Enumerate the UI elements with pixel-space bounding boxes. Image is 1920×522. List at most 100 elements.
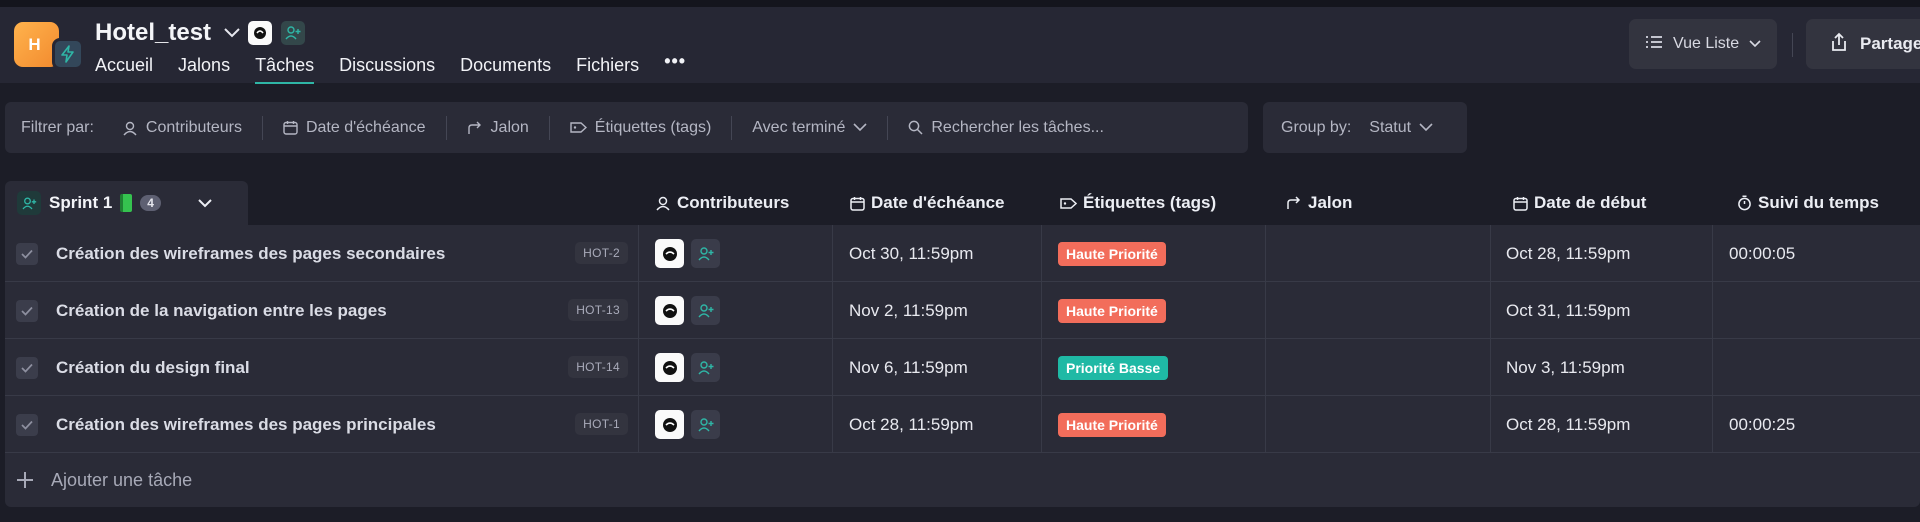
group-by-select[interactable]: Statut (1369, 119, 1433, 137)
column-start-date-label: Date de début (1534, 193, 1647, 212)
contributor-avatar[interactable] (655, 410, 684, 439)
column-header-due-date[interactable]: Date d'échéance (850, 181, 1005, 225)
column-divider (1490, 339, 1491, 396)
filter-show-completed-label: Avec terminé (752, 118, 846, 136)
filter-milestone[interactable]: Jalon (445, 115, 549, 140)
share-icon (1830, 32, 1848, 57)
column-divider (832, 225, 833, 282)
start-date-cell[interactable]: Nov 3, 11:59pm (1506, 339, 1625, 396)
column-divider (832, 282, 833, 339)
contributors-cell (655, 282, 720, 339)
tab-fichiers[interactable]: Fichiers (576, 55, 639, 84)
tags-cell[interactable]: Haute Priorité (1058, 396, 1166, 453)
column-header-time-tracking[interactable]: Suivi du temps (1737, 181, 1879, 225)
task-table: Création des wireframes des pages second… (5, 225, 1920, 507)
filter-contributors[interactable]: Contributeurs (114, 116, 262, 140)
time-tracking-cell[interactable]: 00:00:05 (1729, 225, 1795, 282)
column-time-tracking-label: Suivi du temps (1758, 193, 1879, 212)
add-contributor-icon[interactable] (691, 239, 720, 268)
filter-due-date[interactable]: Date d'échéance (261, 115, 446, 140)
add-task-button[interactable]: Ajouter une tâche (5, 453, 192, 507)
add-contributor-icon[interactable] (691, 296, 720, 325)
calendar-icon (850, 196, 865, 211)
add-task-label: Ajouter une tâche (51, 469, 193, 490)
filter-milestone-label: Jalon (490, 118, 529, 136)
member-avatar[interactable] (248, 21, 272, 45)
more-tabs-icon[interactable]: ••• (664, 51, 686, 84)
add-contributor-icon[interactable] (691, 353, 720, 382)
project-title[interactable]: Hotel_test (95, 19, 241, 47)
column-milestone-label: Jalon (1308, 193, 1353, 212)
column-divider (638, 282, 639, 339)
project-tabs: Accueil Jalons Tâches Discussions Docume… (95, 51, 686, 84)
column-header-start-date[interactable]: Date de début (1513, 181, 1646, 225)
contributors-cell (655, 396, 720, 453)
tags-cell[interactable]: Haute Priorité (1058, 225, 1166, 282)
tab-discussions[interactable]: Discussions (339, 55, 435, 84)
due-date-cell[interactable]: Nov 2, 11:59pm (849, 282, 968, 339)
check-icon (21, 420, 33, 430)
time-tracking-cell[interactable]: 00:00:25 (1729, 396, 1795, 453)
column-header-contributors[interactable]: Contributeurs (655, 181, 789, 225)
group-by-bar[interactable]: Group by: Statut (1263, 102, 1467, 153)
chevron-down-icon (853, 123, 867, 132)
due-date-cell[interactable]: Oct 30, 11:59pm (849, 225, 973, 282)
table-row[interactable]: Création des wireframes des pages second… (5, 225, 1920, 282)
window-top-strip (0, 0, 1920, 7)
column-divider (1712, 225, 1713, 282)
sprint-group-header[interactable]: Sprint 1 4 (5, 181, 248, 225)
due-date-cell[interactable]: Oct 28, 11:59pm (849, 396, 973, 453)
task-name[interactable]: Création des wireframes des pages second… (56, 225, 445, 282)
share-button[interactable]: Partager (1806, 19, 1920, 69)
add-contributor-icon[interactable] (691, 410, 720, 439)
view-mode-label: Vue Liste (1673, 35, 1740, 52)
filter-tags[interactable]: Étiquettes (tags) (548, 115, 732, 140)
column-header-tags[interactable]: Étiquettes (tags) (1060, 181, 1216, 225)
table-row[interactable]: Création de la navigation entre les page… (5, 282, 1920, 339)
filter-show-completed[interactable]: Avec terminé (731, 115, 887, 140)
chevron-down-icon[interactable] (197, 198, 213, 208)
contributor-avatar[interactable] (655, 353, 684, 382)
contributors-cell (655, 339, 720, 396)
tab-documents[interactable]: Documents (460, 55, 551, 84)
task-name[interactable]: Création des wireframes des pages princi… (56, 396, 436, 453)
tab-jalons[interactable]: Jalons (178, 55, 230, 84)
view-mode-button[interactable]: Vue Liste (1629, 19, 1777, 69)
task-name[interactable]: Création de la navigation entre les page… (56, 282, 387, 339)
column-divider (638, 339, 639, 396)
contributor-avatar[interactable] (655, 296, 684, 325)
task-name[interactable]: Création du design final (56, 339, 250, 396)
milestone-icon (1287, 196, 1301, 209)
column-contributors-label: Contributeurs (677, 193, 790, 212)
column-header-milestone[interactable]: Jalon (1286, 181, 1352, 225)
add-member-icon[interactable] (281, 21, 305, 45)
due-date-cell[interactable]: Nov 6, 11:59pm (849, 339, 968, 396)
table-row[interactable]: Création du design final HOT-14 Nov 6, 1… (5, 339, 1920, 396)
check-icon (21, 249, 33, 259)
tab-taches[interactable]: Tâches (255, 55, 315, 84)
priority-tag: Haute Priorité (1058, 298, 1166, 323)
task-search-placeholder: Rechercher les tâches... (931, 118, 1104, 136)
task-search[interactable]: Rechercher les tâches... (887, 115, 1124, 140)
filter-bar: Filtrer par: Contributeurs Date d'échéan… (5, 102, 1248, 153)
tab-accueil[interactable]: Accueil (95, 55, 153, 84)
priority-tag: Haute Priorité (1058, 241, 1166, 266)
task-checkbox[interactable] (16, 396, 38, 453)
task-checkbox[interactable] (16, 282, 38, 339)
column-divider (1712, 282, 1713, 339)
contributors-cell (655, 225, 720, 282)
start-date-cell[interactable]: Oct 28, 11:59pm (1506, 225, 1630, 282)
task-checkbox[interactable] (16, 339, 38, 396)
column-divider (638, 225, 639, 282)
tags-cell[interactable]: Haute Priorité (1058, 282, 1166, 339)
chevron-down-icon[interactable] (223, 27, 241, 39)
tags-cell[interactable]: Priorité Basse (1058, 339, 1169, 396)
column-divider (1041, 282, 1042, 339)
filter-due-date-label: Date d'échéance (305, 118, 426, 136)
column-divider (1490, 225, 1491, 282)
task-checkbox[interactable] (16, 225, 38, 282)
start-date-cell[interactable]: Oct 31, 11:59pm (1506, 282, 1630, 339)
table-row[interactable]: Création des wireframes des pages princi… (5, 396, 1920, 453)
start-date-cell[interactable]: Oct 28, 11:59pm (1506, 396, 1630, 453)
contributor-avatar[interactable] (655, 239, 684, 268)
